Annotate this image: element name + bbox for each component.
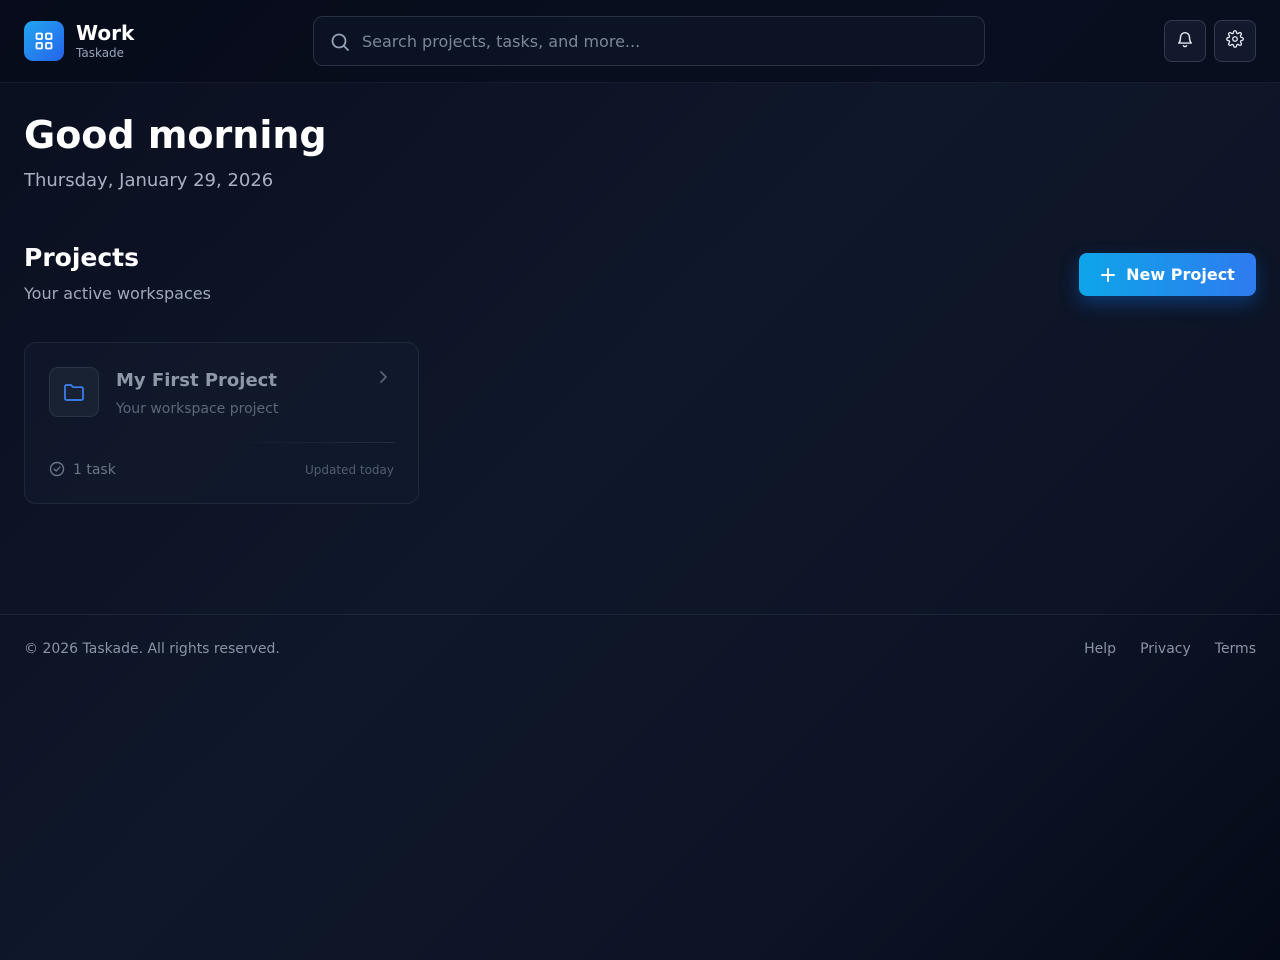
projects-heading: Projects (24, 243, 140, 272)
grid-icon (24, 21, 64, 61)
new-project-button[interactable]: New Project (1079, 253, 1256, 296)
search-bar (313, 16, 985, 66)
footer-link-privacy[interactable]: Privacy (1140, 640, 1191, 658)
current-date: Thursday, January 29, 2026 (24, 170, 274, 191)
brand-subtitle: Taskade (76, 46, 125, 60)
project-name: My First Project (116, 370, 277, 391)
search-input[interactable] (362, 17, 962, 65)
brand[interactable]: Work Taskade (24, 21, 134, 61)
settings-button[interactable] (1214, 20, 1256, 62)
footer-link-terms[interactable]: Terms (1215, 640, 1256, 658)
search-icon (330, 32, 350, 56)
copyright-text: © 2026 Taskade. All rights reserved. (24, 641, 280, 657)
project-card[interactable]: My First Project Your workspace project … (24, 342, 419, 504)
project-task-count: 1 task (73, 462, 116, 478)
brand-title: Work (76, 21, 135, 45)
footer-link-help[interactable]: Help (1084, 640, 1116, 658)
card-divider (225, 442, 395, 443)
project-updated: Updated today (304, 463, 394, 477)
footer-links: Help Privacy Terms (1084, 640, 1256, 658)
greeting-title: Good morning (24, 113, 327, 157)
projects-subtitle: Your active workspaces (24, 284, 211, 303)
new-project-label: New Project (1126, 265, 1235, 284)
plus-icon (1100, 267, 1116, 283)
chevron-right-icon (377, 369, 391, 389)
top-header: Work Taskade (0, 0, 1280, 83)
notifications-button[interactable] (1164, 20, 1206, 62)
project-description: Your workspace project (116, 401, 279, 417)
gear-icon (1226, 30, 1244, 52)
footer-divider (0, 614, 1280, 615)
bell-icon (1176, 30, 1194, 52)
check-circle-icon (49, 461, 65, 481)
folder-icon (49, 367, 99, 417)
